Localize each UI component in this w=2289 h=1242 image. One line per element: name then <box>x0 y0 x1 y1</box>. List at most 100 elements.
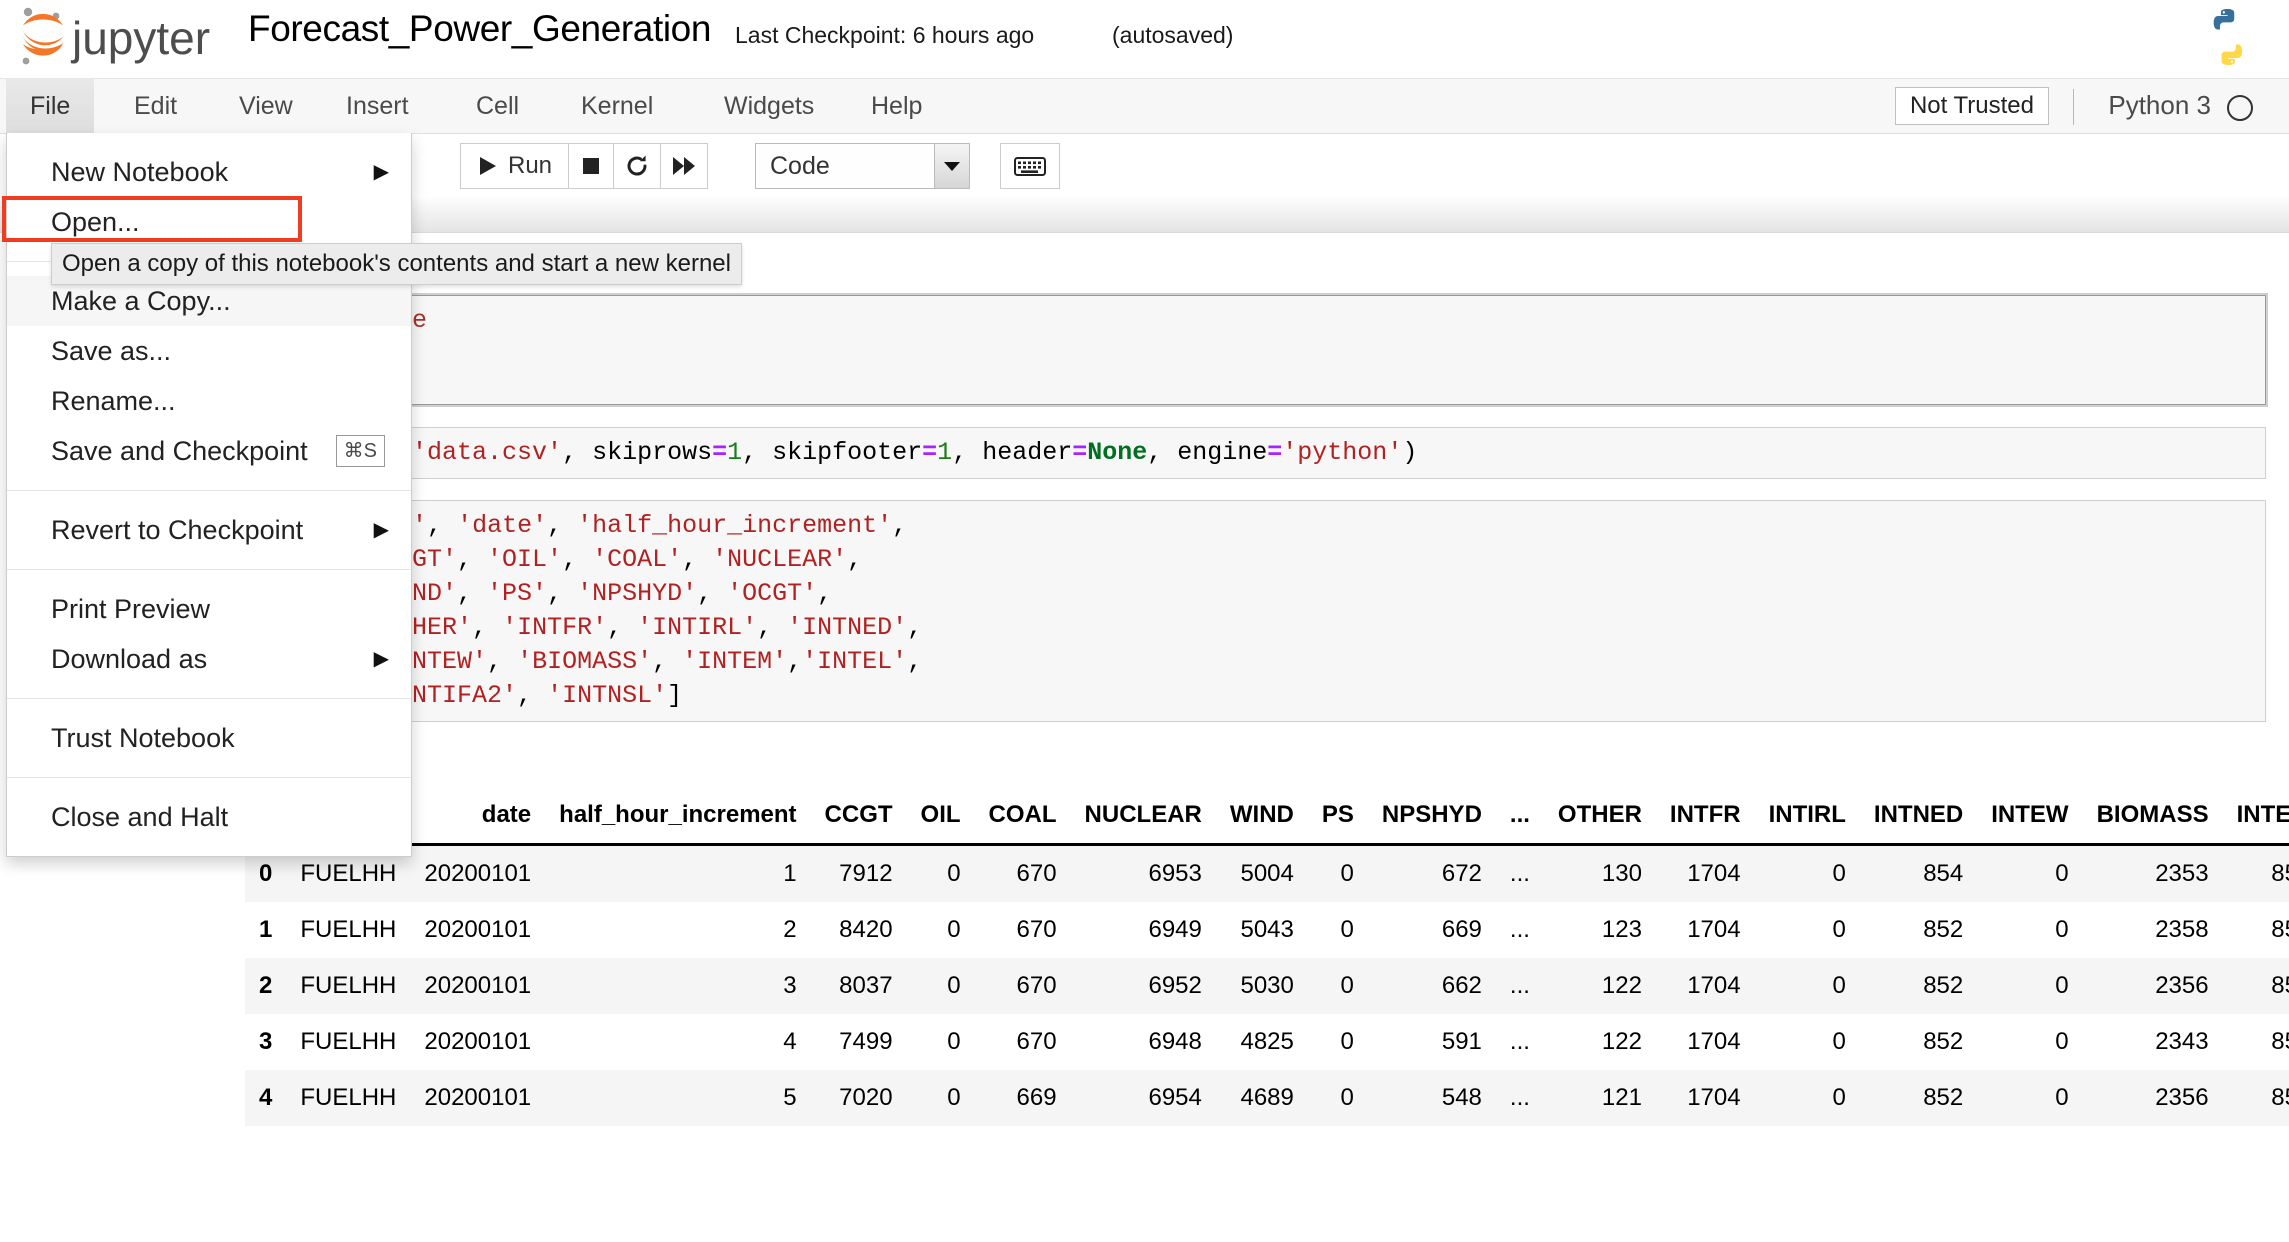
menu-kernel[interactable]: Kernel <box>557 79 677 133</box>
run-button-label: Run <box>508 152 553 179</box>
menu-item-revert-to-checkpoint[interactable]: Revert to Checkpoint ▶ <box>7 505 411 555</box>
menu-item-print-preview[interactable]: Print Preview <box>7 584 411 634</box>
row-index: 1 <box>259 916 273 943</box>
row-hdf: FUELHH <box>300 1084 397 1111</box>
df-col-date: date <box>410 791 546 846</box>
cell-wind: 4825 <box>1240 1028 1294 1055</box>
menu-item-label: Print Preview <box>51 594 211 624</box>
code-cell-input-2[interactable]: ad_csv('data.csv', skiprows=1, skipfoote… <box>292 427 2266 479</box>
chevron-down-icon[interactable] <box>934 144 969 188</box>
menu-item-label: Make a Copy... <box>51 286 231 316</box>
menu-insert[interactable]: Insert <box>322 79 433 133</box>
cell-intfr: 1704 <box>1687 1028 1741 1055</box>
cell-intew: 0 <box>2055 1084 2069 1111</box>
cell-oil: 0 <box>947 1028 961 1055</box>
code-cell-input-1[interactable]: b inline etime <box>290 293 2268 407</box>
cell-intirl: 0 <box>1832 916 1846 943</box>
menu-view[interactable]: View <box>215 79 317 133</box>
table-row: 1 FUELHH 20200101 2 8420 0 670 6949 5043… <box>245 902 2289 958</box>
cell-other: 123 <box>1601 916 1642 943</box>
menu-help[interactable]: Help <box>847 79 946 133</box>
code-cell-input-3[interactable]: = ['HDF', 'date', 'half_hour_increment',… <box>292 500 2266 722</box>
menu-item-label: Revert to Checkpoint <box>51 515 304 545</box>
menu-item-close-and-halt[interactable]: Close and Halt <box>7 792 411 842</box>
table-row: 3 FUELHH 20200101 4 7499 0 670 6948 4825… <box>245 1014 2289 1070</box>
cell-type-select[interactable]: Code <box>755 143 970 189</box>
fast-forward-icon <box>673 157 696 175</box>
cell-coal: 670 <box>1016 916 1057 943</box>
cell-other: 122 <box>1601 972 1642 999</box>
make-a-copy-tooltip: Open a copy of this notebook's contents … <box>51 243 742 285</box>
df-col-intned: INTNED <box>1859 791 1978 846</box>
restart-and-run-all-button[interactable] <box>660 143 709 189</box>
table-row: 0 FUELHH 20200101 1 7912 0 670 6953 5004… <box>245 844 2289 902</box>
menu-item-save-as[interactable]: Save as... <box>7 326 411 376</box>
cell-npshyd: 669 <box>1441 916 1482 943</box>
df-col-intfr: INTFR <box>1655 791 1755 846</box>
menu-file[interactable]: File <box>6 79 95 133</box>
menu-item-label: Close and Halt <box>51 802 229 832</box>
submenu-arrow-icon: ▶ <box>373 519 389 541</box>
cell-2-arg-path: 'data.csv' <box>412 438 563 467</box>
df-col-intew: INTEW <box>1977 791 2083 846</box>
cell-ccgt: 8037 <box>839 972 893 999</box>
dataframe-body: 0 FUELHH 20200101 1 7912 0 670 6953 5004… <box>245 844 2289 1126</box>
cell-date: 20200101 <box>424 860 532 887</box>
page-title[interactable]: Forecast_Power_Generation <box>248 8 711 50</box>
menu-item-new-notebook[interactable]: New Notebook ▶ <box>7 147 411 197</box>
cell-ps: 0 <box>1340 972 1354 999</box>
cell-nuclear: 6949 <box>1148 916 1202 943</box>
keyboard-icon <box>1014 157 1046 176</box>
cell-ccgt: 8420 <box>839 916 893 943</box>
cell-nuclear: 6948 <box>1148 1028 1202 1055</box>
cell-intew: 0 <box>2055 860 2069 887</box>
cell-wind: 5043 <box>1240 916 1294 943</box>
menu-item-trust-notebook[interactable]: Trust Notebook <box>7 713 411 763</box>
cell-ps: 0 <box>1340 916 1354 943</box>
row-hdf: FUELHH <box>300 1028 397 1055</box>
cell-other: 122 <box>1601 1028 1642 1055</box>
cell-biomass: 2358 <box>2155 916 2209 943</box>
menu-item-open[interactable]: Open... <box>7 197 411 247</box>
df-col-other: OTHER <box>1543 791 1656 846</box>
cell-hhi: 2 <box>783 916 797 943</box>
menu-item-label: Download as <box>51 644 208 674</box>
df-col-nuclear: NUCLEAR <box>1070 791 1216 846</box>
cell-ellipsis: ... <box>1509 916 1530 943</box>
cell-biomass: 2356 <box>2155 972 2209 999</box>
cell-oil: 0 <box>947 860 961 887</box>
restart-kernel-button[interactable] <box>613 143 662 189</box>
cell-date: 20200101 <box>424 916 532 943</box>
cell-coal: 670 <box>1016 972 1057 999</box>
cell-ellipsis: ... <box>1509 860 1530 887</box>
trust-status-badge[interactable]: Not Trusted <box>1894 87 2049 125</box>
cell-nuclear: 6953 <box>1148 860 1202 887</box>
dataframe-header-row: date half_hour_increment CCGT OIL COAL N… <box>245 791 2289 846</box>
cell-intirl: 0 <box>1832 860 1846 887</box>
table-row: 4 FUELHH 20200101 5 7020 0 669 6954 4689… <box>245 1070 2289 1126</box>
menu-divider <box>7 698 411 699</box>
cell-intem: 854 <box>2271 860 2289 887</box>
cell-coal: 669 <box>1016 1084 1057 1111</box>
interrupt-kernel-button[interactable] <box>568 143 615 189</box>
notebook-header: jupyter Forecast_Power_Generation Last C… <box>0 0 2289 79</box>
cell-intirl: 0 <box>1832 1028 1846 1055</box>
command-palette-button[interactable] <box>1000 143 1060 189</box>
cell-date: 20200101 <box>424 1084 532 1111</box>
cell-npshyd: 548 <box>1441 1084 1482 1111</box>
play-icon <box>480 157 496 175</box>
menu-widgets[interactable]: Widgets <box>700 79 838 133</box>
row-index: 3 <box>259 1028 273 1055</box>
cell-oil: 0 <box>947 1084 961 1111</box>
kernel-idle-indicator-icon <box>2227 95 2253 121</box>
menu-item-save-and-checkpoint[interactable]: Save and Checkpoint ⌘S <box>7 426 411 476</box>
stop-square-icon <box>583 158 600 174</box>
menu-item-rename[interactable]: Rename... <box>7 376 411 426</box>
run-button[interactable]: Run <box>460 143 570 189</box>
jupyter-logo[interactable]: jupyter <box>12 4 227 72</box>
menu-cell[interactable]: Cell <box>452 79 543 133</box>
menu-item-download-as[interactable]: Download as ▶ <box>7 634 411 684</box>
df-col-ellipsis: ... <box>1495 791 1544 846</box>
submenu-arrow-icon: ▶ <box>373 648 389 670</box>
menu-edit[interactable]: Edit <box>110 79 201 133</box>
